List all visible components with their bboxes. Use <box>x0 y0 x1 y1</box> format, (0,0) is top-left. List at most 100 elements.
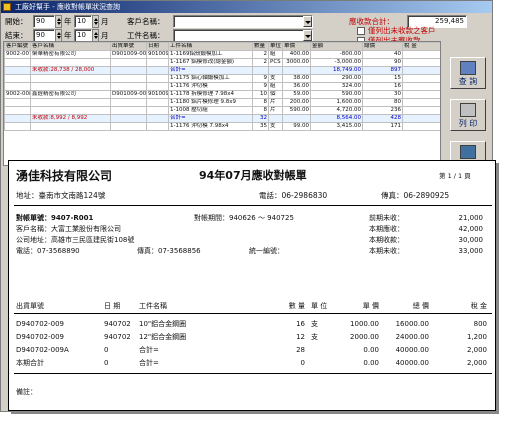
report-cell: 28 <box>296 346 305 354</box>
exit-icon <box>460 145 476 159</box>
grid-header-cell[interactable]: 單價 <box>282 42 311 51</box>
grid-cell <box>4 98 31 107</box>
grid-cell: 3,415.00 <box>310 122 363 131</box>
grid-header-cell[interactable]: 工件名稱 <box>168 42 253 51</box>
report-cell: 合計= <box>139 359 159 367</box>
query-button-label: 查 詢 <box>458 77 478 86</box>
grid-row[interactable]: 1-1176 沖切模 9 組 36.00 324.00 16 <box>4 82 440 91</box>
title-bar: 工廠好幫手 - 應收對帳單狀況查詢 <box>1 1 492 13</box>
grid-cell <box>146 106 169 115</box>
grid-cell <box>146 82 169 91</box>
report-col-header: 稅 金 <box>470 302 487 310</box>
grid-header-cell[interactable]: 日期 <box>146 42 169 51</box>
grid-row[interactable]: 1-1175 鋁心軸鍛模加工 9 支 38.00 290.00 15 <box>4 74 440 83</box>
start-year-unit: 年 <box>64 17 72 26</box>
grid-cell <box>110 106 147 115</box>
grid-row[interactable]: 1-1180 鋁片模修理 9.8x9 8 片 200.00 1,600.00 80 <box>4 98 440 107</box>
grid-cell: D901009-00 <box>110 50 147 59</box>
grid-cell: -800.00 <box>310 50 363 59</box>
product-dropdown-icon[interactable] <box>303 30 312 41</box>
unpaid-customers-checkbox[interactable] <box>357 27 365 35</box>
grid-row[interactable]: 9002-007 榮華精密有限公司 D901009-00 901009 1-1169鋁殼… <box>4 50 440 59</box>
report-cell: 12 <box>296 333 305 341</box>
start-year-spinner[interactable] <box>55 15 62 28</box>
grid-cell <box>402 66 440 75</box>
grid-row[interactable]: 未收款:28,738 / 28,000 合計= 18,749.00 897 <box>4 66 440 75</box>
grid-cell: 鑫詮精密有限公司 <box>30 90 111 99</box>
grid-cell <box>4 106 31 115</box>
report-cell: D940702-009 <box>16 320 64 328</box>
grid-cell: 18,749.00 <box>310 66 363 75</box>
grid-cell <box>110 74 147 83</box>
grid-row[interactable]: 1-1176 沖切模 7.98x4 35 支 99.00 3,415.00 171 <box>4 122 440 131</box>
grid-cell <box>110 66 147 75</box>
grid-cell: 80 <box>362 98 403 107</box>
grid-cell <box>282 114 311 123</box>
start-month-field[interactable]: 10 <box>74 15 92 28</box>
grid-cell: 9 <box>252 74 269 83</box>
grid-header-cell[interactable]: 出貨單號 <box>110 42 147 51</box>
report-cell: 0.00 <box>363 346 379 354</box>
report-cell: 40000.00 <box>395 359 429 367</box>
report-cell: 40000.00 <box>395 346 429 354</box>
grid-header-cell[interactable]: 客戶名稱 <box>30 42 111 51</box>
grid-row[interactable]: 9002-008 鑫詮精密有限公司 D901009-00 901009 1-1178 拆… <box>4 90 440 99</box>
grid-cell <box>4 82 31 91</box>
header-divider <box>14 313 492 314</box>
grid-cell: 324.00 <box>310 82 363 91</box>
grid-cell: 38.00 <box>282 74 311 83</box>
customer-name: 客戶名稱：大富工業股份有限公司 <box>16 225 121 233</box>
report-company: 湧佳科技有限公司 <box>16 169 113 183</box>
start-year-field[interactable]: 90 <box>33 15 55 28</box>
grid-cell: 8,564.00 <box>310 114 363 123</box>
grid-cell: 未收款:28,738 / 28,000 <box>30 66 111 75</box>
grid-cell: 1-1180 鋁片模修理 9.8x9 <box>168 98 253 107</box>
grid-cell <box>402 74 440 83</box>
grid-header-cell[interactable]: 客戶編號 <box>4 42 31 51</box>
grid-cell: 9002-007 <box>4 50 31 59</box>
report-col-header: 工件名稱 <box>139 302 167 310</box>
grid-row[interactable]: 1-1167 鋁模修改(總金額) 2 PCS 3000.00 -3,000.00 90 <box>4 58 440 67</box>
grid-cell: 3000.00 <box>282 58 311 67</box>
grid-cell: 2 <box>252 50 269 59</box>
statement-period: 對帳期間：940626 ～ 940725 <box>194 214 294 222</box>
query-button[interactable]: 查 詢 <box>450 57 486 89</box>
grid-header-cell[interactable]: 金額 <box>310 42 363 51</box>
customer-combobox[interactable] <box>173 15 313 28</box>
report-cell: 2,000 <box>466 359 487 367</box>
divider <box>14 205 492 206</box>
unpaid-value: 33,000 <box>458 247 484 255</box>
grid-cell <box>4 122 31 131</box>
grid-cell <box>30 122 111 131</box>
report-cell: 0.00 <box>363 359 379 367</box>
grid-header-cell[interactable]: 單位 <box>268 42 283 51</box>
report-cell: 2,000 <box>466 346 487 354</box>
report-cell: 800 <box>473 320 487 328</box>
customer-label: 客戶名稱： <box>127 17 165 26</box>
grid-cell: 1-1167 鋁模修改(總金額) <box>168 58 253 67</box>
grid-header-cell[interactable]: 總價 <box>362 42 403 51</box>
grid-header-cell[interactable]: 數量 <box>252 42 269 51</box>
grid-row[interactable]: 1-1008 壓切組 8 片 590.00 4,720.00 236 <box>4 106 440 115</box>
statement-report: 湧佳科技有限公司 94年07月應收對帳單 第 1 / 1 頁 地址：臺南市文南路… <box>8 160 496 411</box>
grid-cell: 236 <box>362 106 403 115</box>
start-month-spinner[interactable] <box>92 15 99 28</box>
statement-grid[interactable]: 客戶編號 客戶名稱 出貨單號 日期 工件名稱 數量 單位 單價 金額 總價稅 金 9002-007… <box>3 41 441 166</box>
grid-cell: 1-1175 鋁心軸鍛模加工 <box>168 74 253 83</box>
grid-cell <box>402 114 440 123</box>
grid-cell <box>402 50 440 59</box>
grid-cell: 897 <box>362 66 403 75</box>
grid-cell: D901009-00 <box>110 90 147 99</box>
grid-cell: 合計= <box>168 114 253 123</box>
grid-cell: 32 <box>252 114 269 123</box>
print-button[interactable]: 列 印 <box>450 99 486 131</box>
report-fax: 傳真：06-2890925 <box>381 191 450 200</box>
grid-cell <box>282 66 311 75</box>
report-cell: 本期合計 <box>16 359 44 367</box>
customer-fax: 傳真：07-3568856 <box>137 247 201 255</box>
grid-header-cell[interactable]: 稅 金 <box>402 42 440 51</box>
grid-cell: 8 <box>252 98 269 107</box>
customer-dropdown-icon[interactable] <box>303 16 312 27</box>
grid-cell: 30 <box>362 90 403 99</box>
grid-row[interactable]: 未收款:8,992 / 8,992 合計= 32 8,564.00 428 <box>4 114 440 123</box>
